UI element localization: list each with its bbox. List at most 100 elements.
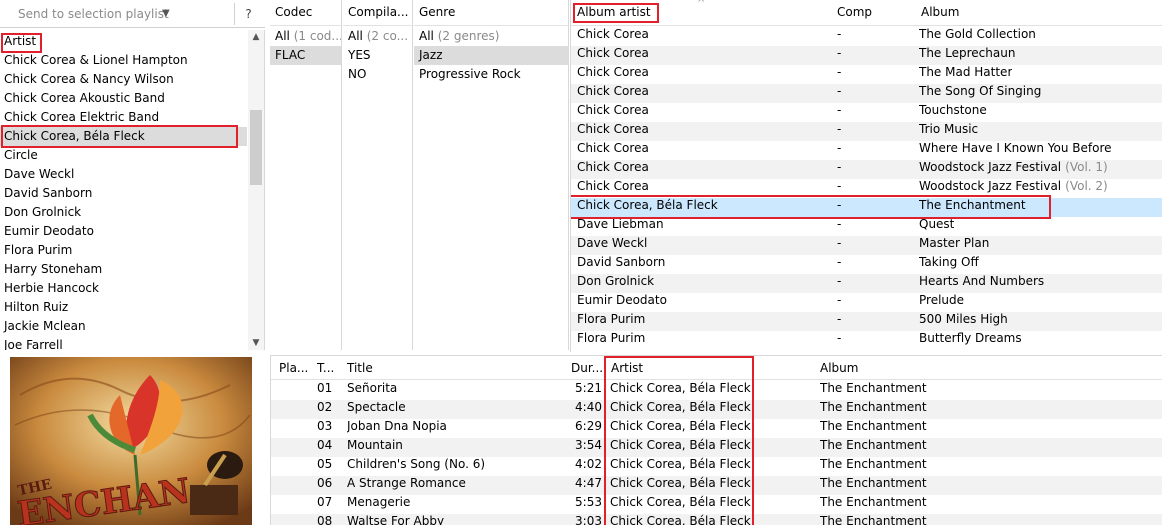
artist-header-label: Artist bbox=[4, 34, 37, 48]
album-row[interactable]: Chick Corea - The Gold Collection bbox=[571, 27, 1162, 46]
artist-list-item[interactable]: Circle bbox=[0, 146, 247, 165]
artist-list-item[interactable]: Flora Purim bbox=[0, 241, 247, 260]
compilation-column-header[interactable]: Compila... bbox=[343, 0, 412, 26]
album-title: The Leprechaun bbox=[919, 46, 1016, 60]
album-row[interactable]: Flora Purim - Butterfly Dreams bbox=[571, 331, 1162, 350]
album-title: Master Plan bbox=[919, 236, 990, 250]
album-row[interactable]: David Sanborn - Taking Off bbox=[571, 255, 1162, 274]
chevron-down-icon: ▼ bbox=[162, 8, 170, 19]
album-row[interactable]: Chick Corea - The Mad Hatter bbox=[571, 65, 1162, 84]
column-header-comp[interactable]: Comp bbox=[837, 0, 872, 24]
album-title: Prelude bbox=[919, 293, 965, 307]
track-artist-cell: Chick Corea, Béla Fleck bbox=[610, 419, 751, 433]
album-row[interactable]: Chick Corea - The Song Of Singing bbox=[571, 84, 1162, 103]
album-row[interactable]: Flora Purim - 500 Miles High bbox=[571, 312, 1162, 331]
track-title-cell: Menagerie bbox=[347, 495, 411, 509]
artist-list-item[interactable]: Don Grolnick bbox=[0, 203, 247, 222]
album-row[interactable]: Chick Corea - Trio Music bbox=[571, 122, 1162, 141]
help-button[interactable]: ? bbox=[234, 3, 262, 25]
genre-item-label: Progressive Rock bbox=[419, 67, 521, 81]
album-row[interactable]: Chick Corea - Touchstone bbox=[571, 103, 1162, 122]
track-number-cell: 04 bbox=[317, 438, 333, 452]
album-artist-cell: Chick Corea, Béla Fleck bbox=[577, 198, 718, 212]
track-row[interactable]: 05 Children's Song (No. 6) 4:02 Chick Corea… bbox=[271, 457, 1162, 476]
comp-cell: - bbox=[837, 103, 842, 117]
track-album-cell: The Enchantment bbox=[820, 457, 927, 471]
track-row[interactable]: 01 Señorita 5:21 Chick Corea, Béla Fleck The… bbox=[271, 381, 1162, 400]
album-row[interactable]: Chick Corea - Woodstock Jazz Festival (Vol.… bbox=[571, 179, 1162, 198]
artist-list-item[interactable]: Joe Farrell bbox=[0, 336, 247, 350]
compilation-item-no[interactable]: NO bbox=[343, 65, 412, 84]
track-list: Pla... T... Title Dur... Artist Album 01… bbox=[270, 355, 1162, 525]
scrollbar-thumb[interactable] bbox=[250, 110, 262, 185]
artist-list-header[interactable]: Artist bbox=[0, 32, 247, 51]
album-cell: Trio Music bbox=[919, 122, 978, 136]
album-cell: Prelude bbox=[919, 293, 964, 307]
album-row[interactable]: Chick Corea - Where Have I Known You Befor… bbox=[571, 141, 1162, 160]
compilation-all-item[interactable]: All (2 co... bbox=[343, 27, 412, 46]
artist-list-item[interactable]: Jackie Mclean bbox=[0, 317, 247, 336]
track-row[interactable]: 06 A Strange Romance 4:47 Chick Corea, Béla… bbox=[271, 476, 1162, 495]
album-cell: The Leprechaun bbox=[919, 46, 1015, 60]
artist-list-item[interactable]: Herbie Hancock bbox=[0, 279, 247, 298]
artist-list-scrollbar[interactable]: ▲ ▼ bbox=[248, 30, 264, 350]
column-header-album-artist[interactable]: Album artist bbox=[577, 0, 651, 24]
artist-name: Chick Corea Elektric Band bbox=[4, 110, 160, 124]
codec-item[interactable]: FLAC bbox=[270, 46, 341, 65]
artist-list-item[interactable]: Chick Corea Elektric Band bbox=[0, 108, 247, 127]
album-row[interactable]: Dave Liebman - Quest bbox=[571, 217, 1162, 236]
genre-item-progressive-rock[interactable]: Progressive Rock bbox=[414, 65, 568, 84]
album-cell: The Gold Collection bbox=[919, 27, 1036, 41]
artist-list-item[interactable]: David Sanborn bbox=[0, 184, 247, 203]
comp-cell: - bbox=[837, 198, 842, 212]
album-row[interactable]: Dave Weckl - Master Plan bbox=[571, 236, 1162, 255]
album-row[interactable]: Chick Corea - Woodstock Jazz Festival (Vol.… bbox=[571, 160, 1162, 179]
compilation-item-yes[interactable]: YES bbox=[343, 46, 412, 65]
artist-list-item[interactable]: Chick Corea Akoustic Band bbox=[0, 89, 247, 108]
album-artist-cell: Don Grolnick bbox=[577, 274, 655, 288]
codec-all-item[interactable]: All (1 cod... bbox=[270, 27, 341, 46]
codec-column-header[interactable]: Codec bbox=[270, 0, 341, 26]
artist-list-item[interactable]: Hilton Ruiz bbox=[0, 298, 247, 317]
track-row[interactable]: 03 Joban Dna Nopia 6:29 Chick Corea, Béla F… bbox=[271, 419, 1162, 438]
artist-name: Herbie Hancock bbox=[4, 281, 99, 295]
codec-filter: Codec All (1 cod... FLAC bbox=[270, 0, 342, 350]
album-title: 500 Miles High bbox=[919, 312, 1008, 326]
compilation-filter: Compila... All (2 co... YES NO bbox=[343, 0, 413, 350]
track-row[interactable]: 07 Menagerie 5:53 Chick Corea, Béla Fleck Th… bbox=[271, 495, 1162, 514]
genre-all-item[interactable]: All (2 genres) bbox=[414, 27, 568, 46]
album-row[interactable]: Don Grolnick - Hearts And Numbers bbox=[571, 274, 1162, 293]
artist-list-item[interactable]: Dave Weckl bbox=[0, 165, 247, 184]
album-row[interactable]: Chick Corea - The Leprechaun bbox=[571, 46, 1162, 65]
album-row[interactable]: Chick Corea, Béla Fleck - The Enchantment bbox=[571, 198, 1162, 217]
column-header-artist[interactable]: Artist bbox=[611, 356, 643, 379]
column-header-album[interactable]: Album bbox=[921, 0, 959, 24]
column-header-album[interactable]: Album bbox=[820, 356, 858, 379]
track-number-cell: 05 bbox=[317, 457, 333, 471]
genre-column-header[interactable]: Genre bbox=[414, 0, 568, 26]
send-to-playlist-dropdown[interactable]: Send to selection playlist ▼ bbox=[4, 3, 228, 25]
track-row[interactable]: 04 Mountain 3:54 Chick Corea, Béla Fleck The… bbox=[271, 438, 1162, 457]
genre-item-jazz[interactable]: Jazz bbox=[414, 46, 568, 65]
artist-list-item[interactable]: Chick Corea, Béla Fleck bbox=[0, 127, 247, 146]
track-artist-cell: Chick Corea, Béla Fleck bbox=[610, 495, 751, 509]
column-header-track[interactable]: T... bbox=[317, 356, 334, 379]
codec-item-label: FLAC bbox=[275, 48, 306, 62]
track-row[interactable]: 02 Spectacle 4:40 Chick Corea, Béla Fleck Th… bbox=[271, 400, 1162, 419]
track-artist-cell: Chick Corea, Béla Fleck bbox=[610, 514, 751, 525]
comp-cell: - bbox=[837, 179, 842, 193]
artist-list-item[interactable]: Eumir Deodato bbox=[0, 222, 247, 241]
track-list-header: Pla... T... Title Dur... Artist Album bbox=[271, 356, 1162, 380]
album-row[interactable]: Eumir Deodato - Prelude bbox=[571, 293, 1162, 312]
artist-list-item[interactable]: Chick Corea & Lionel Hampton bbox=[0, 51, 247, 70]
column-header-duration[interactable]: Dur... bbox=[571, 356, 603, 379]
column-header-playing[interactable]: Pla... bbox=[279, 356, 308, 379]
codec-all-note: (1 cod... bbox=[293, 29, 341, 43]
column-header-title[interactable]: Title bbox=[347, 356, 373, 379]
artist-list-item[interactable]: Chick Corea & Nancy Wilson bbox=[0, 70, 247, 89]
artist-name: Hilton Ruiz bbox=[4, 300, 69, 314]
track-row[interactable]: 08 Waltse For Abby 3:03 Chick Corea, Béla F… bbox=[271, 514, 1162, 525]
artist-list-item[interactable]: Harry Stoneham bbox=[0, 260, 247, 279]
scroll-down-icon[interactable]: ▼ bbox=[248, 338, 264, 348]
scroll-up-icon[interactable]: ▲ bbox=[248, 32, 264, 42]
